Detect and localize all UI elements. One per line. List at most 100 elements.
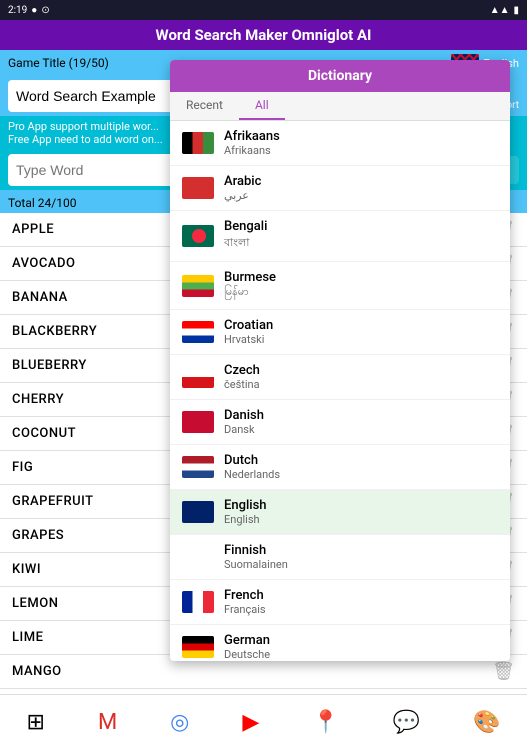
language-item[interactable]: AfrikaansAfrikaans — [170, 121, 510, 166]
language-flag-icon — [182, 366, 214, 388]
language-info: FinnishSuomalainen — [224, 543, 288, 571]
language-flag-icon — [182, 132, 214, 154]
signal-icon: ● — [31, 5, 37, 16]
status-right: ▲▲ ▮ — [490, 5, 519, 16]
language-native-name: Afrikaans — [224, 144, 280, 157]
language-info: GermanDeutsche — [224, 633, 270, 661]
word-text: KIWI — [12, 562, 41, 577]
language-flag-icon — [182, 591, 214, 613]
language-item[interactable]: DanishDansk — [170, 400, 510, 445]
total-count: Total 24/100 — [8, 196, 76, 210]
language-name: Danish — [224, 408, 264, 423]
language-list: AfrikaansAfrikaans Arabicعربي Bengaliবাংলা… — [170, 121, 510, 661]
wifi-status-icon: ▲▲ — [490, 5, 510, 16]
bottom-navigation: ⊞ M ◎ ▶ 📍 💬 🎨 — [0, 694, 527, 750]
nav-grid-icon[interactable]: ⊞ — [27, 710, 45, 735]
nav-youtube-icon[interactable]: ▶ — [242, 710, 259, 735]
language-name: Burmese — [224, 270, 276, 285]
dictionary-overlay: Dictionary Recent All AfrikaansAfrikaans… — [170, 60, 510, 661]
word-text: BLUEBERRY — [12, 358, 87, 373]
language-native-name: Deutsche — [224, 648, 270, 661]
language-name: Afrikaans — [224, 129, 280, 144]
language-native-name: Dansk — [224, 423, 264, 436]
language-flag-icon — [182, 177, 214, 199]
dictionary-tabs: Recent All — [170, 92, 510, 121]
language-native-name: Nederlands — [224, 468, 280, 481]
language-name: German — [224, 633, 270, 648]
status-left: 2:19 ● ⊙ — [8, 5, 50, 16]
language-native-name: English — [224, 513, 267, 526]
language-info: Burmeseမြန်မာ — [224, 270, 276, 301]
language-flag-icon — [182, 321, 214, 343]
language-name: French — [224, 588, 266, 603]
dictionary-header: Dictionary — [170, 60, 510, 92]
app-header: Word Search Maker Omniglot AI — [0, 20, 527, 50]
tab-all[interactable]: All — [239, 92, 285, 120]
language-flag-icon — [182, 275, 214, 297]
game-title-label: Game Title (19/50) — [8, 56, 109, 70]
word-text: AVOCADO — [12, 256, 75, 271]
language-item[interactable]: CroatianHrvatski — [170, 310, 510, 355]
language-native-name: Français — [224, 603, 266, 616]
language-item[interactable]: Bengaliবাংলা — [170, 211, 510, 262]
language-native-name: عربي — [224, 189, 261, 202]
word-text: MANGO — [12, 664, 62, 679]
nav-chrome-icon[interactable]: ◎ — [170, 710, 189, 735]
language-info: DutchNederlands — [224, 453, 280, 481]
language-native-name: Suomalainen — [224, 558, 288, 571]
language-item[interactable]: FinnishSuomalainen — [170, 535, 510, 580]
delete-word-icon[interactable]: 🗑 — [492, 661, 515, 682]
language-name: Finnish — [224, 543, 288, 558]
language-flag-icon — [182, 225, 214, 247]
language-info: CroatianHrvatski — [224, 318, 273, 346]
word-text: LIME — [12, 630, 43, 645]
language-name: Czech — [224, 363, 260, 378]
battery-icon: ▮ — [513, 5, 519, 16]
language-flag-icon — [182, 501, 214, 523]
language-name: Arabic — [224, 174, 261, 189]
nav-messages-icon[interactable]: 💬 — [393, 710, 420, 735]
language-name: Croatian — [224, 318, 273, 333]
language-info: Bengaliবাংলা — [224, 219, 267, 253]
language-item[interactable]: DutchNederlands — [170, 445, 510, 490]
word-text: GRAPES — [12, 528, 64, 543]
language-info: Czechčeština — [224, 363, 260, 391]
time: 2:19 — [8, 5, 27, 16]
language-name: English — [224, 498, 267, 513]
word-text: FIG — [12, 460, 33, 475]
language-info: Arabicعربي — [224, 174, 261, 202]
language-info: FrenchFrançais — [224, 588, 266, 616]
language-native-name: čeština — [224, 378, 260, 391]
tab-recent[interactable]: Recent — [170, 92, 239, 120]
language-item[interactable]: FrenchFrançais — [170, 580, 510, 625]
dictionary-title: Dictionary — [308, 68, 372, 84]
language-native-name: မြန်မာ — [224, 285, 276, 301]
language-item[interactable]: Arabicعربي — [170, 166, 510, 211]
language-flag-icon — [182, 456, 214, 478]
word-text: APPLE — [12, 222, 54, 237]
word-text: GRAPEFRUIT — [12, 494, 94, 509]
nav-photos-icon[interactable]: 🎨 — [473, 710, 500, 735]
language-name: Dutch — [224, 453, 280, 468]
language-info: DanishDansk — [224, 408, 264, 436]
language-flag-icon — [182, 411, 214, 433]
language-native-name: Hrvatski — [224, 333, 273, 346]
word-text: BLACKBERRY — [12, 324, 97, 339]
language-name: Bengali — [224, 219, 267, 234]
language-item[interactable]: EnglishEnglish — [170, 490, 510, 535]
word-text: CHERRY — [12, 392, 64, 407]
language-flag-icon — [182, 546, 214, 568]
language-native-name: বাংলা — [224, 234, 267, 253]
app-title: Word Search Maker Omniglot AI — [156, 26, 372, 44]
language-info: EnglishEnglish — [224, 498, 267, 526]
language-flag-icon — [182, 636, 214, 658]
nav-maps-icon[interactable]: 📍 — [312, 710, 339, 735]
language-item[interactable]: Burmeseမြန်မာ — [170, 262, 510, 310]
language-info: AfrikaansAfrikaans — [224, 129, 280, 157]
nav-mail-icon[interactable]: M — [98, 710, 117, 735]
language-item[interactable]: Czechčeština — [170, 355, 510, 400]
language-item[interactable]: GermanDeutsche — [170, 625, 510, 661]
word-text: COCONUT — [12, 426, 76, 441]
status-bar: 2:19 ● ⊙ ▲▲ ▮ — [0, 0, 527, 20]
wifi-icon: ⊙ — [41, 5, 49, 16]
